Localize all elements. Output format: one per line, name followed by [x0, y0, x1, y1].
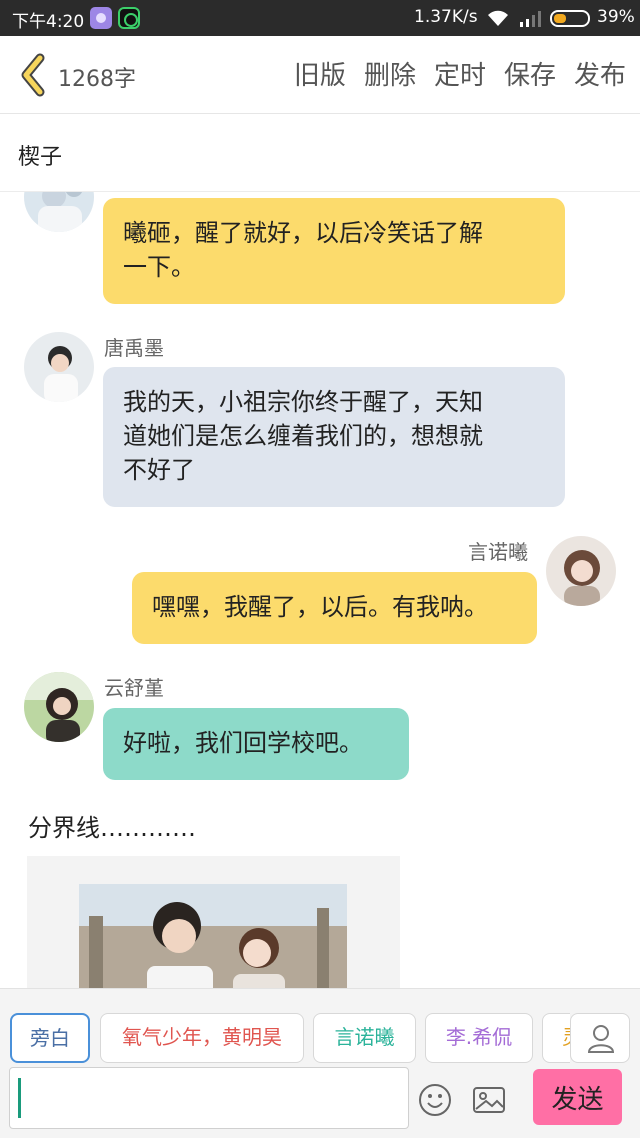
delete-button[interactable]: 删除: [364, 55, 416, 92]
text-caret: [18, 1078, 21, 1118]
message-line: 曦砸，醒了就好，以后冷笑话了解: [123, 219, 483, 247]
header-actions: 旧版 删除 定时 保存 发布: [276, 55, 626, 92]
sender-name: 唐禹墨: [104, 336, 164, 360]
sender-name: 云舒堇: [104, 676, 164, 700]
save-button[interactable]: 保存: [504, 55, 556, 92]
status-time: 下午4:20: [12, 12, 85, 32]
schedule-button[interactable]: 定时: [434, 55, 486, 92]
smiley-icon[interactable]: [418, 1083, 452, 1117]
message-line: 好啦，我们回学校吧。: [123, 729, 363, 757]
composer-bar: 旁白 氧气少年，黄明昊 言诺曦 李.希侃 灵 发送: [0, 988, 640, 1138]
character-chip[interactable]: 言诺曦: [313, 1013, 416, 1063]
message-line: 我的天，小祖宗你终于醒了，天知: [123, 388, 483, 416]
character-chip[interactable]: 氧气少年，黄明昊: [100, 1013, 304, 1063]
avatar[interactable]: [24, 192, 94, 232]
message-bubble[interactable]: 曦砸，醒了就好，以后冷笑话了解 一下。: [103, 198, 565, 304]
person-icon: [587, 1025, 615, 1053]
message-input[interactable]: [9, 1067, 409, 1129]
word-count: 1268字: [58, 67, 136, 92]
message-line: 一下。: [123, 253, 195, 281]
battery-percent: 39%: [597, 7, 635, 27]
add-character-button[interactable]: [570, 1013, 630, 1063]
app-icon: [118, 7, 140, 29]
message-line: 不好了: [123, 456, 195, 484]
old-version-button[interactable]: 旧版: [294, 55, 346, 92]
battery-icon: [550, 10, 590, 27]
status-bar: 下午4:20 1.37K/s 39%: [0, 0, 640, 36]
app-icon: [90, 7, 112, 29]
message-bubble[interactable]: 我的天，小祖宗你终于醒了，天知 道她们是怎么缠着我们的，想想就 不好了: [103, 367, 565, 507]
message-bubble[interactable]: 嘿嘿，我醒了，以后。有我呐。: [132, 572, 537, 644]
image-icon[interactable]: [472, 1083, 506, 1117]
chevron-left-icon[interactable]: [16, 52, 50, 98]
signal-icon: [520, 11, 541, 27]
narration-text: 分界线…………: [28, 814, 196, 842]
message-line: 道她们是怎么缠着我们的，想想就: [123, 422, 483, 450]
avatar[interactable]: [24, 332, 94, 402]
chat-area[interactable]: 曦砸，醒了就好，以后冷笑话了解 一下。 唐禹墨 我的天，小祖宗你终于醒了，天知 …: [0, 192, 640, 988]
editor-header: 1268字 旧版 删除 定时 保存 发布: [0, 36, 640, 114]
publish-button[interactable]: 发布: [574, 55, 626, 92]
character-chip[interactable]: 旁白: [10, 1013, 90, 1063]
message-bubble[interactable]: 好啦，我们回学校吧。: [103, 708, 409, 780]
character-chips: 旁白 氧气少年，黄明昊 言诺曦 李.希侃 灵: [0, 1013, 570, 1065]
sender-name: 言诺曦: [468, 540, 528, 564]
wifi-icon: [488, 10, 508, 26]
avatar[interactable]: [24, 672, 94, 742]
message-line: 嘿嘿，我醒了，以后。有我呐。: [152, 593, 488, 621]
inserted-photo[interactable]: [27, 856, 400, 988]
character-chip[interactable]: 灵: [542, 1013, 570, 1063]
chapter-title-row[interactable]: 楔子: [0, 114, 640, 192]
character-chip[interactable]: 李.希侃: [425, 1013, 533, 1063]
send-button[interactable]: 发送: [533, 1069, 622, 1125]
avatar[interactable]: [546, 536, 616, 606]
chapter-title: 楔子: [18, 145, 63, 170]
network-speed: 1.37K/s: [414, 7, 478, 27]
